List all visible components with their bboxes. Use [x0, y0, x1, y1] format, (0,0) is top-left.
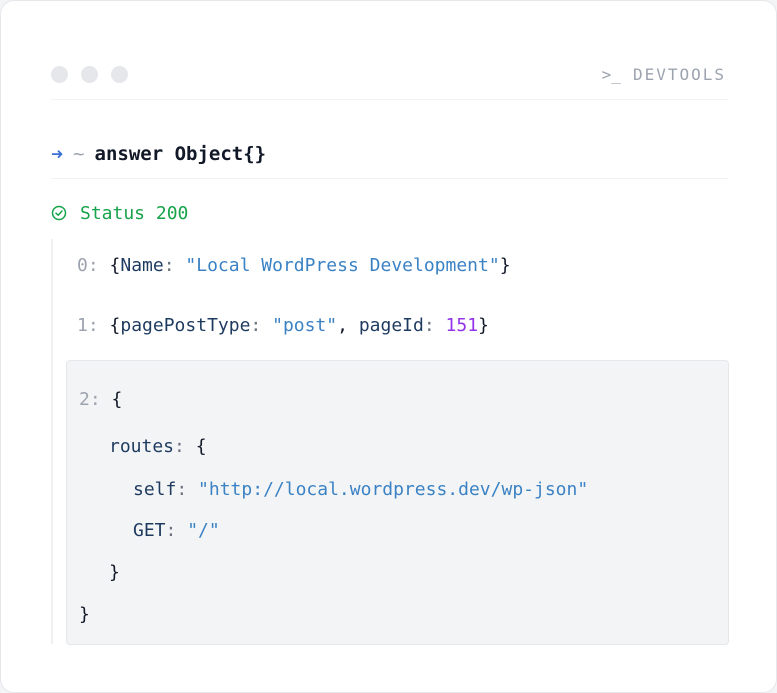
window-close-dot[interactable]: [51, 66, 68, 83]
get-value: "/": [187, 520, 220, 541]
item-key: pageId: [358, 315, 424, 336]
routes-close: }: [109, 562, 120, 583]
devtools-label: >_ DEVTOOLS: [602, 65, 726, 84]
self-line[interactable]: self: "http://local.wordpress.dev/wp-jso…: [133, 479, 588, 500]
self-key: self: [133, 479, 177, 500]
brace-open: {: [109, 315, 121, 336]
status-badge: Status 200: [51, 201, 188, 225]
get-line[interactable]: GET: "/": [133, 520, 220, 541]
colon: :: [250, 315, 262, 336]
comma: ,: [337, 315, 348, 336]
colon: :: [174, 436, 185, 457]
output-rail: [51, 239, 53, 644]
self-value: "http://local.wordpress.dev/wp-json": [198, 479, 589, 500]
colon: :: [165, 520, 177, 541]
result-item-1[interactable]: 1: {pagePostType: "post", pageId: 151}: [77, 315, 489, 336]
routes-line[interactable]: routes: {: [109, 436, 207, 457]
brace-close: }: [478, 315, 489, 336]
brace-open: {: [195, 436, 207, 457]
title-bar: >_ DEVTOOLS: [51, 63, 728, 87]
item-number-value: 151: [445, 315, 479, 336]
item-index: 2:: [79, 389, 101, 410]
colon: :: [176, 479, 188, 500]
brace-close: }: [109, 562, 120, 583]
result-item-2-header[interactable]: 2: {: [79, 389, 122, 410]
item-key: pagePostType: [120, 315, 251, 336]
item-value: "Local WordPress Development": [185, 255, 500, 276]
command-line: ➜ ~ answer Object{}: [51, 141, 266, 167]
arrow-right-icon: ➜: [51, 142, 64, 166]
result-item-0[interactable]: 0: {Name: "Local WordPress Development"}: [77, 255, 511, 276]
command-text: answer Object{}: [94, 143, 267, 165]
colon: :: [423, 315, 435, 336]
status-text: Status 200: [80, 202, 189, 224]
get-key: GET: [133, 520, 166, 541]
brace-open: {: [109, 255, 121, 276]
title-divider: [51, 99, 728, 100]
terminal-prompt-icon: >_: [601, 65, 621, 84]
item-index: 0:: [77, 255, 99, 276]
colon: :: [163, 255, 175, 276]
item-index: 1:: [77, 315, 99, 336]
item-2-close: }: [79, 604, 90, 625]
window-minimize-dot[interactable]: [81, 66, 98, 83]
brace-open: {: [111, 389, 123, 410]
command-divider: [51, 178, 728, 179]
result-item-2-expanded[interactable]: [66, 360, 729, 645]
item-key: Name: [120, 255, 164, 276]
devtools-window: >_ DEVTOOLS ➜ ~ answer Object{} Status 20…: [0, 0, 777, 693]
routes-key: routes: [109, 436, 175, 457]
brace-close: }: [79, 604, 90, 625]
tilde-prompt: ~: [73, 143, 85, 165]
check-circle-icon: [51, 205, 67, 221]
window-maximize-dot[interactable]: [111, 66, 128, 83]
item-value: "post": [272, 315, 338, 336]
devtools-title: DEVTOOLS: [632, 65, 726, 84]
brace-close: }: [499, 255, 511, 276]
